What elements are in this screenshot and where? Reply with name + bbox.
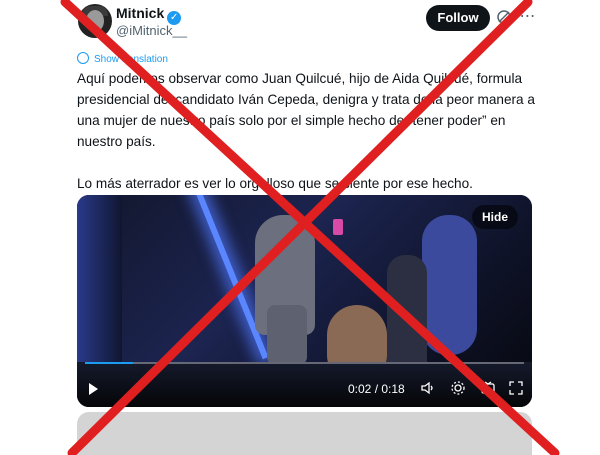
- video-cup: [333, 219, 343, 235]
- follow-button[interactable]: Follow: [426, 5, 490, 31]
- author-name-text[interactable]: Mitnick: [116, 5, 164, 21]
- next-media-preview[interactable]: [77, 412, 532, 455]
- more-icon[interactable]: ⋯: [518, 8, 538, 28]
- video-person-legs: [267, 305, 307, 365]
- globe-icon: [77, 52, 89, 64]
- video-person-right: [422, 215, 477, 355]
- tweet-paragraph-2: Lo más aterrador es ver lo orgulloso que…: [77, 176, 473, 191]
- video-player[interactable]: Hide 0:02 / 0:18: [77, 195, 532, 407]
- video-progress-fill: [85, 362, 134, 364]
- volume-icon[interactable]: [419, 380, 437, 398]
- caption-icon[interactable]: [479, 380, 497, 398]
- author-name[interactable]: Mitnick ✓: [116, 5, 182, 25]
- fullscreen-icon[interactable]: [507, 380, 525, 398]
- tweet-paragraph-1: Aquí podemos observar como Juan Quilcué,…: [77, 71, 535, 149]
- hide-button[interactable]: Hide: [471, 205, 518, 229]
- show-translation-label[interactable]: Show translation: [94, 54, 168, 65]
- grok-icon[interactable]: [494, 8, 514, 28]
- play-icon[interactable]: [89, 383, 98, 395]
- avatar[interactable]: [78, 4, 112, 38]
- video-time: 0:02 / 0:18: [348, 382, 405, 396]
- video-progress-bar[interactable]: [85, 362, 524, 364]
- settings-icon[interactable]: [449, 380, 467, 398]
- avatar-face: [86, 10, 104, 32]
- tweet-text: Aquí podemos observar como Juan Quilcué,…: [77, 68, 537, 194]
- author-handle[interactable]: @iMitnick__: [116, 23, 187, 38]
- show-translation-link[interactable]: Show translation: [77, 52, 168, 65]
